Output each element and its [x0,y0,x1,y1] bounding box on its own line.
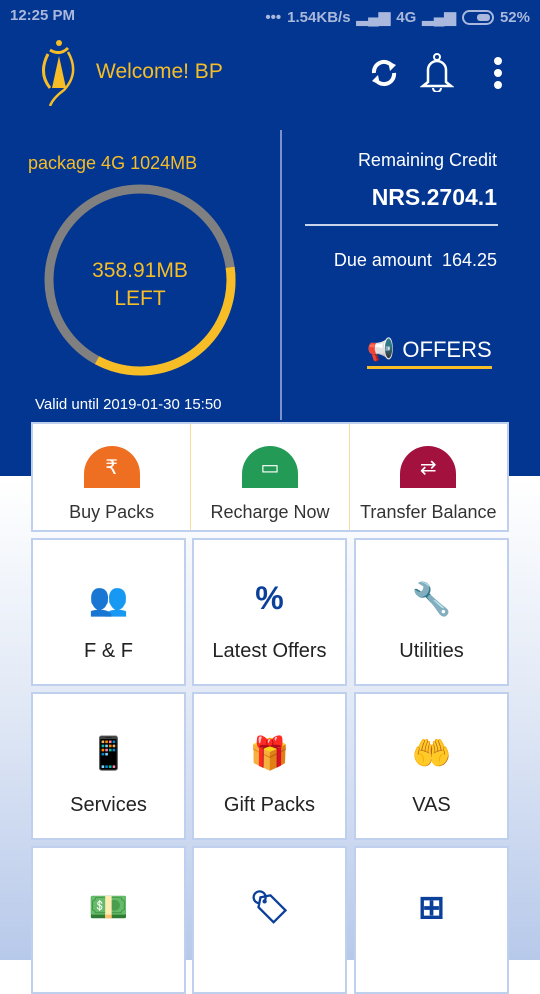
quick-actions: ₹ Buy Packs ▭ Recharge Now ⇄ Transfer Balan… [31,422,509,532]
gift-icon: 🎁 [249,735,290,771]
tile-price-tag[interactable]: 🏷 [192,846,347,994]
validity: Valid until 2019-01-30 15:50 [35,396,222,413]
header-panel: 12:25 PM ••• 1.54KB/s ▂▄▆ 4G ▂▄▆ 52% Welcome!… [0,0,540,476]
tile-gift-packs[interactable]: 🎁 Gift Packs [192,692,347,840]
quick-label: Recharge Now [210,502,330,522]
tile-label: Gift Packs [223,794,316,816]
quick-label: Buy Packs [69,502,155,522]
tile-label: Latest Offers [212,640,327,662]
buy-packs-button[interactable]: ₹ Buy Packs [33,424,192,530]
recharge-card-icon: ▭ [241,446,298,488]
phone-gear-icon: 📱 [88,735,129,771]
remaining-credit-label: Remaining Credit [357,150,497,170]
remaining-credit-value: NRS.2704.1 [371,184,497,210]
tile-label: F & F [84,640,133,662]
phone-rupee-icon: ₹ [83,446,140,488]
price-tag-icon: 🏷 [249,889,290,925]
status-bar: 12:25 PM ••• 1.54KB/s ▂▄▆ 4G ▂▄▆ 52% [10,7,530,27]
megaphone-icon: 📢 [367,336,395,362]
quick-label: Transfer Balance [360,502,497,522]
clock: 12:25 PM [10,7,76,24]
offers-button[interactable]: 📢 OFFERS [367,333,492,369]
due-label: Due amount [333,250,432,270]
discount-badge-icon: % [255,580,284,616]
offers-label: OFFERS [402,336,492,362]
refresh-icon[interactable] [368,57,400,89]
group-icon: 👥 [88,581,129,617]
tile-vas[interactable]: 🤲 VAS [354,692,509,840]
data-left: 358.91MB LEFT [50,257,230,313]
package-name: package 4G 1024MB [28,153,198,173]
net-speed: 1.54KB/s [287,8,351,26]
battery-level: 52% [499,8,530,26]
tile-latest-offers[interactable]: % Latest Offers [192,538,347,686]
transfer-balance-button[interactable]: ⇄ Transfer Balance [350,424,507,530]
recharge-now-button[interactable]: ▭ Recharge Now [191,424,350,530]
tile-apps-add[interactable]: ⊞ [354,846,509,994]
notification-dots: ••• [265,8,282,26]
signal-icon: ▂▄▆ [422,9,456,26]
welcome-title: Welcome! BP [96,60,223,83]
bell-icon[interactable] [420,52,454,92]
logo [42,40,75,106]
apps-add-icon: ⊞ [418,889,445,925]
due-value: 164.25 [441,250,497,270]
transfer-arrows-icon: ⇄ [400,446,457,488]
tools-icon: 🔧 [411,581,452,617]
due-amount: Due amount 164.25 [334,250,497,271]
divider [305,224,498,226]
tile-services[interactable]: 📱 Services [31,692,186,840]
tile-f-f[interactable]: 👥 F & F [31,538,186,686]
hand-coins-icon: 🤲 [411,735,452,771]
tile-money-hand[interactable]: 💵 [31,846,186,994]
tile-label: VAS [412,794,451,816]
money-hand-icon: 💵 [88,889,129,925]
signal-icon: ▂▄▆ [356,9,391,26]
left-amount: 358.91MB [92,259,188,282]
left-label: LEFT [114,287,166,310]
tile-label: Services [70,794,147,816]
network-type: 4G [396,8,417,26]
divider [280,130,282,420]
more-vert-icon[interactable] [488,55,508,91]
battery-icon [461,9,494,25]
tile-label: Utilities [399,640,464,662]
tile-utilities[interactable]: 🔧 Utilities [354,538,509,686]
